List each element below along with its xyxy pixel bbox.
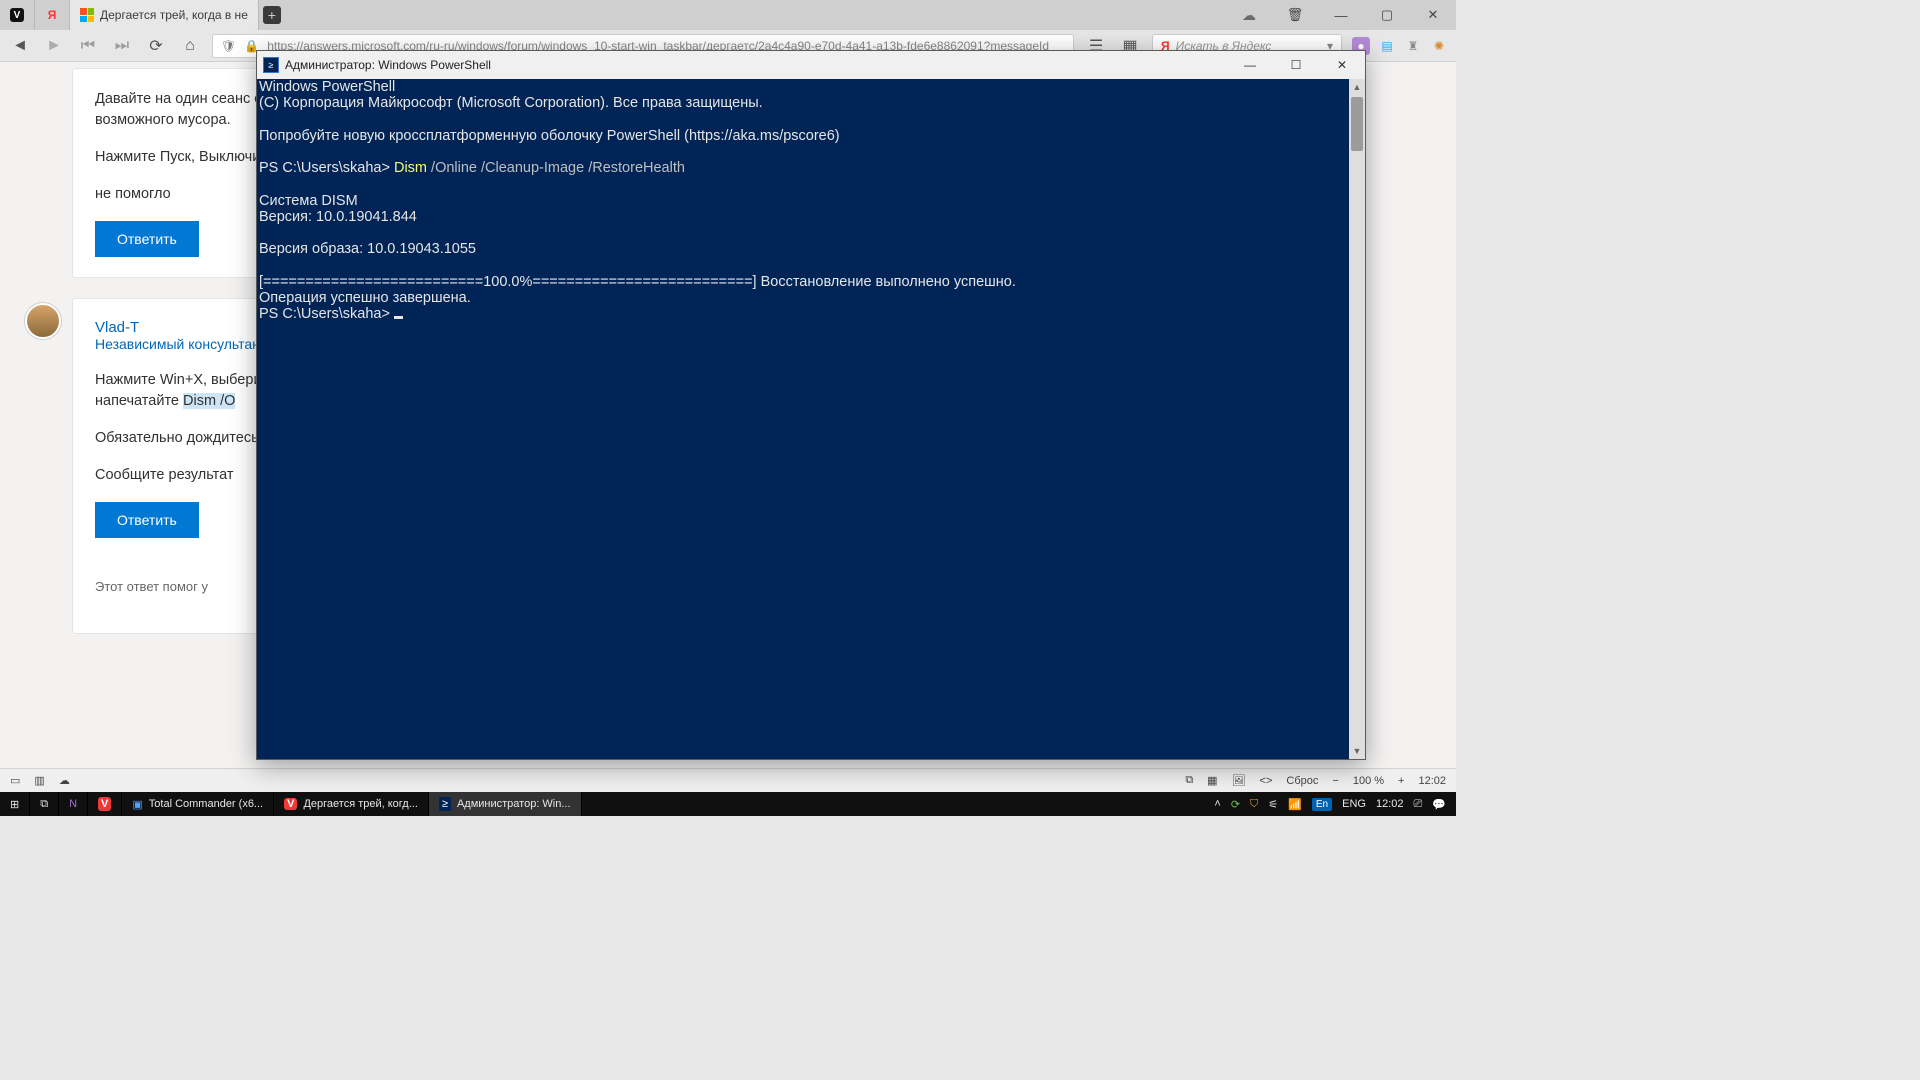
reply-button[interactable]: Ответить <box>95 221 199 257</box>
scroll-down-icon[interactable]: ▼ <box>1349 743 1365 759</box>
cloud-icon[interactable]: ☁ <box>1226 0 1272 30</box>
nav-back-button[interactable]: ◄ <box>8 34 32 58</box>
ps-scrollbar[interactable]: ▲ ▼ <box>1349 79 1365 759</box>
taskbar-app-browser[interactable]: VДергается трей, когд... <box>274 792 429 816</box>
scroll-up-icon[interactable]: ▲ <box>1349 79 1365 95</box>
tab-active[interactable]: Дергается трей, когда в не <box>70 0 259 30</box>
tab-vivaldi[interactable]: V <box>0 0 35 30</box>
scroll-thumb[interactable] <box>1351 97 1363 151</box>
screenshot-icon[interactable]: ⧉ <box>1185 774 1193 787</box>
ime-badge[interactable]: En <box>1312 798 1332 811</box>
window-maximize-button[interactable]: ▢ <box>1364 0 1410 30</box>
pinned-app-onenote[interactable]: N <box>59 792 88 816</box>
zoom-in-button[interactable]: + <box>1398 775 1404 787</box>
powershell-window: ≥ Администратор: Windows PowerShell — ☐ … <box>256 50 1366 760</box>
ext-bug-icon[interactable]: ✺ <box>1430 37 1448 55</box>
fastforward-button[interactable]: ⏭ <box>110 34 134 58</box>
trash-icon[interactable]: 🗑 <box>1272 0 1318 30</box>
tile-icon[interactable]: ▦ <box>1207 774 1217 787</box>
powershell-terminal[interactable]: Windows PowerShell (C) Корпорация Майкро… <box>257 79 1365 759</box>
vivaldi-icon: V <box>10 8 24 22</box>
devtools-icon[interactable]: <> <box>1260 775 1273 787</box>
nav-forward-button[interactable]: ► <box>42 34 66 58</box>
panel-toggle-icon[interactable]: ▭ <box>10 774 20 787</box>
tab-yandex[interactable]: Я <box>35 0 70 30</box>
action-center-icon[interactable]: 💬 <box>1432 798 1446 811</box>
zoom-out-button[interactable]: − <box>1332 775 1338 787</box>
tray-shield-icon[interactable]: ⛉ <box>1250 798 1258 811</box>
taskbar-app-totalcmd[interactable]: ▣Total Commander (x6... <box>122 792 274 816</box>
ext-shield-icon[interactable]: ♜ <box>1404 37 1422 55</box>
images-icon[interactable]: 🖼 <box>1232 774 1246 787</box>
tray-sync-icon[interactable]: ⟳ <box>1231 798 1240 811</box>
tray-extra-icon[interactable]: ⎚ <box>1413 798 1422 811</box>
avatar[interactable] <box>25 303 61 339</box>
powershell-title: Администратор: Windows PowerShell <box>285 58 491 72</box>
powershell-icon: ≥ <box>263 57 279 73</box>
tab-label: Дергается трей, когда в не <box>100 8 248 22</box>
windows-taskbar: ⊞ ⧉ N V ▣Total Commander (x6... VДергает… <box>0 792 1456 816</box>
ext-feed-icon[interactable]: ▤ <box>1378 37 1396 55</box>
language-indicator[interactable]: ENG <box>1342 798 1366 810</box>
reply-button[interactable]: Ответить <box>95 502 199 538</box>
reload-button[interactable]: ⟳ <box>144 34 168 58</box>
tiling-icon[interactable]: ▥ <box>34 774 44 787</box>
window-close-button[interactable]: ✕ <box>1410 0 1456 30</box>
status-clock: 12:02 <box>1418 775 1446 787</box>
sync-cloud-icon[interactable]: ☁ <box>59 774 70 787</box>
browser-tab-strip: V Я Дергается трей, когда в не + ☁ 🗑 — ▢… <box>0 0 1456 30</box>
microsoft-icon <box>80 8 94 22</box>
ps-minimize-button[interactable]: — <box>1227 51 1273 79</box>
terminal-cursor <box>394 316 403 319</box>
taskbar-app-powershell[interactable]: ≥Администратор: Win... <box>429 792 582 816</box>
taskbar-clock[interactable]: 12:02 <box>1376 798 1404 810</box>
window-minimize-button[interactable]: — <box>1318 0 1364 30</box>
tray-chevron-icon[interactable]: ˄ <box>1214 798 1220 810</box>
extensions: ● ▤ ♜ ✺ <box>1352 37 1448 55</box>
zoom-level: 100 % <box>1353 775 1384 787</box>
tray-network-icon[interactable]: ⚟ <box>1268 798 1278 811</box>
ps-close-button[interactable]: ✕ <box>1319 51 1365 79</box>
start-button[interactable]: ⊞ <box>0 792 30 816</box>
new-tab-button[interactable]: + <box>259 0 285 30</box>
task-view-button[interactable]: ⧉ <box>30 792 59 816</box>
yandex-icon: Я <box>45 8 59 22</box>
zoom-reset[interactable]: Сброс <box>1286 775 1318 787</box>
pinned-app-vivaldi[interactable]: V <box>88 792 122 816</box>
ps-maximize-button[interactable]: ☐ <box>1273 51 1319 79</box>
system-tray[interactable]: ˄ ⟳ ⛉ ⚟ 📶 En ENG 12:02 ⎚ 💬 <box>1204 792 1456 816</box>
tray-wifi-icon[interactable]: 📶 <box>1288 798 1302 811</box>
status-bar: ▭ ▥ ☁ ⧉ ▦ 🖼 <> Сброс − 100 % + 12:02 <box>0 768 1456 792</box>
home-button[interactable]: ⌂ <box>178 34 202 58</box>
shield-icon: 🛡 <box>221 39 236 53</box>
powershell-titlebar[interactable]: ≥ Администратор: Windows PowerShell — ☐ … <box>257 51 1365 79</box>
rewind-button[interactable]: ⏮ <box>76 34 100 58</box>
